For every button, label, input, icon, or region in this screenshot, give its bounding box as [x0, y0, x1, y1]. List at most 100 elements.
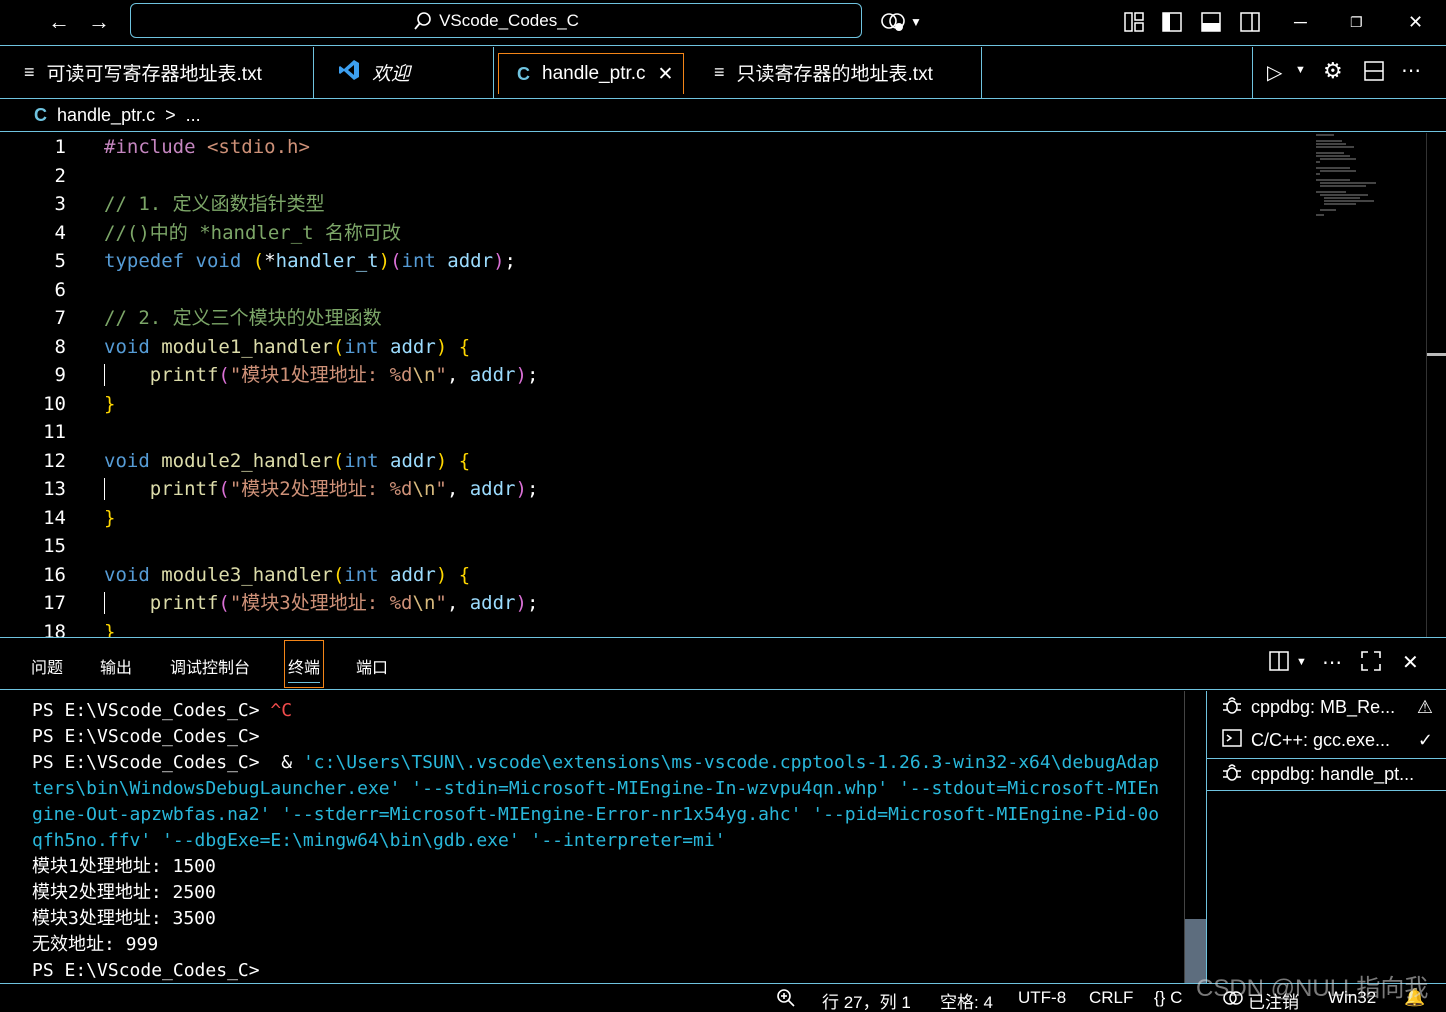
terminal-line: gine-Out-apzwbfas.na2' '--stderr=Microso…	[32, 804, 1160, 825]
code-line: 9 printf("模块1处理地址: %d\n", addr);	[0, 361, 1310, 389]
tab-readwrite-registers[interactable]: ≡ 可读可写寄存器地址表.txt	[0, 47, 314, 98]
debug-icon	[1221, 761, 1243, 788]
terminal-line: 模块1处理地址: 1500	[32, 856, 216, 877]
chevron-down-icon[interactable]: ▼	[910, 8, 922, 36]
terminal-item[interactable]: C/C++: gcc.exe... ✓	[1207, 724, 1446, 757]
terminal-scrollbar[interactable]	[1184, 691, 1206, 983]
more-actions-icon[interactable]: ⋯	[1401, 58, 1421, 83]
minimize-icon[interactable]: ─	[1294, 8, 1307, 36]
breadcrumb-more[interactable]: ...	[186, 105, 201, 126]
scrollbar-thumb[interactable]	[1427, 353, 1446, 356]
gear-icon[interactable]: ⚙	[1323, 58, 1343, 84]
tab-label: 欢迎	[372, 64, 411, 85]
run-icon[interactable]: ▷	[1267, 60, 1282, 85]
breadcrumb-file[interactable]: handle_ptr.c	[57, 105, 155, 126]
tab-handle-ptr-c[interactable]: C handle_ptr.c ✕	[498, 53, 684, 94]
code-editor[interactable]: 1 #include <stdio.h> 2 3// 1. 定义函数指针类型 4/…	[0, 133, 1446, 637]
line-number: 11	[43, 421, 66, 443]
code-line: 18}	[0, 618, 1310, 638]
customize-layout-icon[interactable]	[1123, 8, 1145, 36]
code-line: 10}	[0, 390, 1310, 418]
terminal-line: qfh5no.ffv' '--dbgExe=E:\mingw64\bin\gdb…	[32, 830, 726, 851]
toggle-secondary-sidebar-icon[interactable]	[1239, 8, 1261, 36]
close-tab-icon[interactable]: ✕	[658, 63, 674, 86]
zoom-icon[interactable]	[776, 988, 796, 1012]
tab-debug-console[interactable]: 调试控制台	[170, 654, 250, 678]
indentation[interactable]: 空格: 4	[940, 988, 993, 1012]
watermark: CSDN @NULL指向我	[1196, 975, 1429, 1002]
terminal-item[interactable]: cppdbg: MB_Re... ⚠	[1207, 691, 1446, 724]
tab-label: 可读可写寄存器地址表.txt	[46, 64, 262, 85]
breadcrumb: C handle_ptr.c > ...	[0, 100, 1446, 132]
chevron-down-icon[interactable]: ▼	[1296, 656, 1307, 668]
search-icon	[414, 11, 431, 30]
bottom-panel: 问题 输出 调试控制台 终端 端口 ▼ ⋯ ✕ PS E:\VScode_Cod…	[0, 637, 1446, 983]
split-terminal-icon[interactable]	[1268, 650, 1290, 678]
title-bar: ← → VScode_Codes_C ▼ ─ ❐ ✕	[0, 0, 1446, 46]
vscode-logo-icon	[338, 59, 360, 86]
maximize-panel-icon[interactable]	[1360, 650, 1382, 678]
terminal-line: ters\bin\WindowsDebugLauncher.exe' '--st…	[32, 778, 1160, 799]
tab-readonly-registers[interactable]: ≡ 只读寄存器的地址表.txt	[690, 47, 982, 98]
line-number: 15	[43, 535, 66, 557]
split-editor-icon[interactable]	[1363, 60, 1385, 87]
code-line: 4//()中的 *handler_t 名称可改	[0, 219, 1310, 247]
terminal-line: 模块2处理地址: 2500	[32, 882, 216, 903]
tab-welcome[interactable]: 欢迎	[314, 47, 494, 98]
terminal-line: PS E:\VScode_Codes_C>	[32, 726, 260, 747]
line-number: 1	[54, 136, 66, 158]
code-line: 14}	[0, 504, 1310, 532]
tab-output[interactable]: 输出	[100, 654, 132, 678]
toggle-primary-sidebar-icon[interactable]	[1161, 8, 1183, 36]
code-line: 11	[0, 418, 1310, 446]
close-icon[interactable]: ✕	[1408, 8, 1423, 36]
terminal-line: 无效地址: 999	[32, 934, 159, 955]
code-line: 7// 2. 定义三个模块的处理函数	[0, 304, 1310, 332]
tab-label: handle_ptr.c	[542, 63, 646, 84]
tab-problems[interactable]: 问题	[31, 654, 63, 678]
text-file-icon: ≡	[24, 62, 35, 82]
line-ending[interactable]: CRLF	[1089, 988, 1133, 1008]
tab-ports[interactable]: 端口	[356, 654, 388, 678]
check-icon: ✓	[1417, 730, 1433, 750]
debug-icon	[1221, 694, 1243, 721]
panel-tab-bar: 问题 输出 调试控制台 终端 端口 ▼ ⋯ ✕	[0, 638, 1446, 690]
text-file-icon: ≡	[714, 62, 725, 82]
code-line: 6	[0, 276, 1310, 304]
restore-icon[interactable]: ❐	[1350, 8, 1363, 36]
line-number: 4	[54, 221, 66, 244]
terminal-item-label: cppdbg: MB_Re...	[1251, 697, 1396, 717]
terminal-line: PS E:\VScode_Codes_C>	[32, 960, 260, 981]
terminal-item-label: C/C++: gcc.exe...	[1251, 730, 1391, 750]
copilot-icon[interactable]	[880, 8, 906, 36]
terminal-line: 模块3处理地址: 3500	[32, 908, 216, 929]
command-center-search[interactable]: VScode_Codes_C	[130, 3, 862, 38]
encoding[interactable]: UTF-8	[1018, 988, 1066, 1008]
tab-label: 只读寄存器的地址表.txt	[736, 64, 933, 85]
forward-arrow-icon[interactable]: →	[84, 8, 114, 36]
terminal-list: cppdbg: MB_Re... ⚠ C/C++: gcc.exe... ✓ c…	[1206, 691, 1446, 983]
toggle-panel-icon[interactable]	[1200, 8, 1222, 36]
terminal-icon	[1221, 727, 1243, 754]
back-arrow-icon[interactable]: ←	[44, 8, 74, 36]
code-line: 15	[0, 532, 1310, 560]
command-center-label: VScode_Codes_C	[439, 10, 579, 30]
language-mode[interactable]: {} C	[1154, 988, 1182, 1008]
terminal-item-label: cppdbg: handle_pt...	[1251, 764, 1415, 784]
tab-terminal[interactable]: 终端	[284, 640, 325, 688]
terminal-line: PS E:\VScode_Codes_C> ^C	[32, 700, 293, 721]
more-actions-icon[interactable]: ⋯	[1322, 650, 1342, 675]
chevron-down-icon[interactable]: ▼	[1295, 64, 1306, 76]
code-line: 5 typedef void (*handler_t)(int addr);	[0, 247, 1310, 275]
terminal-output[interactable]: PS E:\VScode_Codes_C> ^C PS E:\VScode_Co…	[0, 691, 1206, 983]
line-number: 18	[43, 620, 66, 638]
code-line: 13 printf("模块2处理地址: %d\n", addr);	[0, 475, 1310, 503]
close-panel-icon[interactable]: ✕	[1402, 650, 1419, 675]
editor-scrollbar[interactable]	[1426, 133, 1446, 637]
minimap[interactable]	[1316, 133, 1386, 223]
terminal-item-selected[interactable]: cppdbg: handle_pt...	[1207, 758, 1446, 791]
code-line: 12 void module2_handler(int addr) {	[0, 447, 1310, 475]
line-number: 17	[43, 592, 66, 614]
cursor-position[interactable]: 行 27，列 1	[822, 988, 911, 1012]
line-number: 10	[43, 392, 66, 415]
